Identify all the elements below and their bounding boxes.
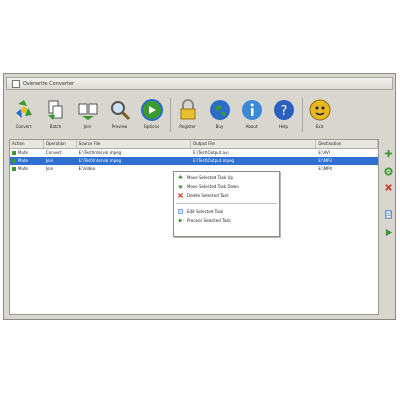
toolbar-button-buy[interactable]: Buy <box>206 98 233 129</box>
join-files-icon <box>78 103 97 120</box>
arrow-up-icon <box>178 175 183 179</box>
settings-icon[interactable] <box>384 167 393 176</box>
cell-output: E:\Test\Output.avi <box>193 150 229 155</box>
toolbar-button-register[interactable]: Register <box>174 98 201 129</box>
toolbar-label: Buy <box>215 124 224 129</box>
cell-action-text: Mute <box>18 166 29 171</box>
play-icon[interactable] <box>384 228 393 237</box>
info-about-icon <box>241 100 262 120</box>
side-button-bar <box>384 149 394 319</box>
toolbar: Convert Batch Join Preview Options Regis… <box>10 98 390 136</box>
globe-buy-icon <box>209 100 230 120</box>
recycle-convert-icon <box>15 100 32 118</box>
toolbar-button-join[interactable]: Join <box>74 98 101 129</box>
task-status-icon <box>12 159 16 163</box>
arrow-down-icon <box>178 185 183 189</box>
context-menu-item-process[interactable]: Process Selected Task <box>174 216 279 225</box>
cell-output: E:\Test\Output.mpeg <box>193 158 235 163</box>
context-menu-label: Move Selected Task Down <box>187 184 239 189</box>
context-menu-label: Process Selected Task <box>187 218 231 223</box>
cell-action: Mute <box>10 157 44 165</box>
window-title: Overwrite Converter <box>23 80 75 87</box>
toolbar-label: Register <box>179 124 196 129</box>
remove-x-icon[interactable] <box>384 183 393 192</box>
add-plus-icon[interactable] <box>384 149 393 158</box>
column-header-source[interactable]: Source File <box>77 140 192 148</box>
svg-text:?: ? <box>280 104 287 119</box>
toolbar-label: Exit <box>315 124 324 129</box>
cell-source: E:\Test\Interval.mpeg <box>78 150 122 155</box>
help-question-icon: ? <box>273 100 294 120</box>
column-header-output[interactable]: Output File <box>191 140 317 148</box>
toolbar-button-about[interactable]: About <box>238 98 265 129</box>
context-menu-label: Move Selected Task Up <box>187 175 233 180</box>
cell-destination: E:\AVI <box>318 150 330 155</box>
options-globe-icon <box>140 99 163 121</box>
cell-operation: Join <box>45 158 54 163</box>
toolbar-separator <box>170 98 171 132</box>
table-row-selected[interactable]: Mute Join E:\Test\Interval.mpeg E:\Test\… <box>10 157 378 165</box>
toolbar-button-help[interactable]: ? Help <box>270 98 297 129</box>
cell-destination: E:\MP4 <box>318 166 332 171</box>
context-menu-item-delete[interactable]: Delete Selected Task <box>174 191 279 200</box>
cell-action: Mute <box>10 149 44 157</box>
toolbar-button-preview[interactable]: Preview <box>106 98 133 129</box>
cell-destination: E:\MP3 <box>318 158 332 163</box>
batch-convert-icon <box>47 100 62 120</box>
toolbar-button-options[interactable]: Options <box>138 98 165 129</box>
toolbar-label: Options <box>143 124 160 129</box>
task-list-header: Action Operation Source File Output File… <box>10 140 378 149</box>
toolbar-button-convert[interactable]: Convert <box>10 98 37 129</box>
toolbar-label: About <box>245 124 258 129</box>
cell-operation: Convert <box>45 150 62 155</box>
toolbar-label: Join <box>83 124 92 129</box>
toolbar-label: Preview <box>111 124 128 129</box>
context-menu: Move Selected Task Up Move Selected Task… <box>173 171 280 237</box>
column-header-destination[interactable]: Destination <box>316 140 378 148</box>
toolbar-label: Help <box>278 124 289 129</box>
task-status-icon <box>12 167 16 171</box>
context-menu-item-edit[interactable]: Edit Selected Task <box>174 207 279 216</box>
cell-action-text: Mute <box>18 150 29 155</box>
cell-action-text: Mute <box>18 158 29 163</box>
exit-face-icon <box>309 99 330 121</box>
context-menu-item-move-up[interactable]: Move Selected Task Up <box>174 173 279 182</box>
cell-source: E:\Test\Interval.mpeg <box>78 158 122 163</box>
toolbar-label: Convert <box>15 124 32 129</box>
toolbar-separator <box>302 98 303 132</box>
task-status-icon <box>12 151 16 155</box>
edit-task-icon <box>178 209 183 214</box>
title-bar: Overwrite Converter <box>6 77 393 90</box>
cell-action: Mute <box>10 165 44 173</box>
table-row[interactable]: Mute Convert E:\Test\Interval.mpeg E:\Te… <box>10 149 378 157</box>
toolbar-button-exit[interactable]: Exit <box>306 98 333 129</box>
magnifier-preview-icon <box>110 101 130 121</box>
context-menu-label: Edit Selected Task <box>187 209 224 214</box>
toolbar-label: Batch <box>49 124 62 129</box>
context-menu-label: Delete Selected Task <box>187 193 229 198</box>
toolbar-button-batch[interactable]: Batch <box>42 98 69 129</box>
cell-operation: Join <box>45 166 54 171</box>
play-process-icon <box>178 218 183 223</box>
column-header-action[interactable]: Action <box>10 140 44 148</box>
page-icon[interactable] <box>384 210 393 219</box>
column-header-operation[interactable]: Operation <box>44 140 77 148</box>
app-icon <box>12 79 20 88</box>
context-menu-item-move-down[interactable]: Move Selected Task Down <box>174 182 279 191</box>
padlock-register-icon <box>180 99 195 120</box>
context-menu-separator <box>176 203 277 204</box>
delete-x-icon <box>178 193 183 198</box>
